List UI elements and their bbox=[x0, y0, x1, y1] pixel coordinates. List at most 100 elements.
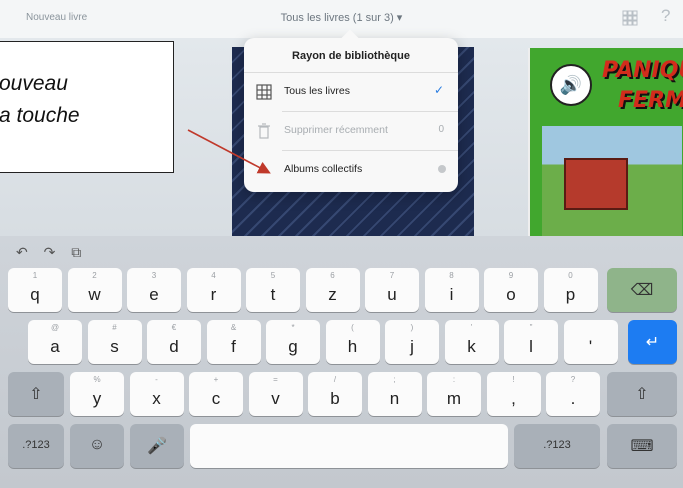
key-p[interactable]: 0p bbox=[543, 268, 598, 312]
key-row3-2[interactable]: + c bbox=[189, 372, 243, 416]
emoji-key-symbol: ☺ bbox=[88, 436, 106, 453]
key-w[interactable]: 2w bbox=[67, 268, 122, 312]
emoji-key[interactable]: ☺ bbox=[70, 424, 124, 468]
popover-title: Rayon de bibliothèque bbox=[292, 50, 410, 62]
key-char: ' bbox=[588, 337, 593, 356]
numbers-key-right[interactable]: .?123 bbox=[514, 424, 600, 468]
dictation-key[interactable]: 🎤 bbox=[130, 424, 184, 468]
top-bar: Nouveau livre Tous les livres (1 sur 3) … bbox=[0, 0, 683, 39]
key-d[interactable]: € d bbox=[147, 320, 201, 364]
key-char: y bbox=[92, 389, 102, 408]
numbers-key[interactable]: .?123 bbox=[8, 424, 64, 468]
key-apostrophe[interactable]: ' bbox=[563, 320, 618, 364]
shift-key-right[interactable]: ⇧ bbox=[607, 372, 677, 416]
key-char: d bbox=[169, 337, 179, 356]
shelf-row-recently-deleted[interactable]: Supprimer récemment 0 bbox=[244, 112, 458, 150]
key-hint: # bbox=[112, 323, 117, 332]
key-hint: @ bbox=[50, 323, 60, 332]
help-button[interactable]: ? bbox=[661, 6, 670, 26]
space-key[interactable] bbox=[190, 424, 508, 468]
key-hint: 2 bbox=[92, 271, 97, 280]
hide-keyboard-key[interactable]: ⌨ bbox=[607, 424, 677, 468]
key-row3-4[interactable]: / b bbox=[308, 372, 362, 416]
shelf-count: 0 bbox=[438, 124, 444, 135]
key-char: c bbox=[211, 389, 221, 408]
grid-view-icon[interactable] bbox=[622, 10, 638, 26]
key-row3-0[interactable]: % y bbox=[70, 372, 124, 416]
key-i[interactable]: 8i bbox=[424, 268, 479, 312]
barn-illustration bbox=[564, 158, 628, 210]
key-hint: 9 bbox=[508, 271, 514, 280]
key-char: p bbox=[565, 285, 576, 304]
redo-icon[interactable]: ↷ bbox=[44, 244, 56, 260]
key-char: j bbox=[410, 337, 414, 356]
onscreen-keyboard: ↶ ↷ ⧉ 1 q 2 w 3 e 4 r 5 t 6 z 7 u 8 i 9 o 0 p ⌫ @ a # s € d & f * g(h)… bbox=[0, 236, 683, 488]
key-hint: & bbox=[230, 323, 237, 332]
book-cover-right[interactable]: 🔊 PANIQUE FERME bbox=[528, 48, 683, 238]
key-hint: 8 bbox=[449, 271, 454, 280]
undo-icon[interactable]: ↶ bbox=[16, 244, 28, 260]
key-row3-7[interactable]: !, bbox=[486, 372, 541, 416]
key-h[interactable]: (h bbox=[325, 320, 380, 364]
key-hint: * bbox=[291, 323, 295, 332]
key-u[interactable]: 7u bbox=[365, 268, 419, 312]
key-hint: € bbox=[171, 323, 177, 332]
key-s[interactable]: # s bbox=[87, 320, 142, 364]
key-hint: 1 bbox=[32, 271, 38, 280]
key-z[interactable]: 6z bbox=[305, 268, 360, 312]
key-row3-8[interactable]: ?. bbox=[546, 372, 600, 416]
dictation-key-symbol: 🎤 bbox=[147, 438, 167, 455]
key-r[interactable]: 4r bbox=[186, 268, 241, 312]
key-hint: 6 bbox=[330, 271, 335, 280]
shift-key-right-symbol: ⇧ bbox=[635, 386, 649, 403]
key-l[interactable]: " l bbox=[504, 320, 558, 364]
annotation-callout: ouveau a touche bbox=[0, 41, 174, 173]
new-shelf-name-input[interactable] bbox=[282, 157, 436, 181]
return-key[interactable]: ↵ bbox=[628, 320, 677, 364]
key-row3-1[interactable]: -x bbox=[129, 372, 184, 416]
library-shelf-popover: Rayon de bibliothèque Tous les livres ✓ … bbox=[244, 29, 458, 192]
key-o[interactable]: 9o bbox=[484, 268, 538, 312]
shelf-row-all-books[interactable]: Tous les livres ✓ bbox=[244, 73, 458, 111]
key-char: n bbox=[389, 389, 400, 408]
key-k[interactable]: ' k bbox=[444, 320, 499, 364]
key-char: l bbox=[529, 337, 533, 356]
key-t[interactable]: 5t bbox=[246, 268, 300, 312]
key-hint: ) bbox=[410, 323, 414, 332]
key-e[interactable]: 3e bbox=[127, 268, 181, 312]
key-char: r bbox=[210, 285, 217, 304]
key-hint: 7 bbox=[389, 271, 395, 280]
key-hint: : bbox=[452, 375, 456, 384]
key-char: t bbox=[270, 285, 276, 304]
shelf-row-new[interactable] bbox=[244, 151, 458, 189]
clear-text-icon[interactable] bbox=[438, 165, 446, 173]
key-hint: ; bbox=[393, 375, 396, 384]
key-f[interactable]: & f bbox=[206, 320, 261, 364]
key-g[interactable]: * g bbox=[266, 320, 320, 364]
key-hint: 4 bbox=[211, 271, 216, 280]
library-title-menu[interactable]: Tous les livres (1 sur 3) ▾ bbox=[0, 11, 683, 24]
key-char: e bbox=[149, 285, 159, 304]
key-char: b bbox=[330, 389, 340, 408]
key-q[interactable]: 1q bbox=[8, 268, 62, 312]
key-row3-3[interactable]: = v bbox=[248, 372, 303, 416]
key-hint: / bbox=[333, 375, 337, 384]
key-row3-5[interactable]: ; n bbox=[367, 372, 422, 416]
key-hint: 3 bbox=[151, 271, 157, 280]
key-char: h bbox=[347, 337, 358, 356]
key-j[interactable]: ) j bbox=[385, 320, 439, 364]
key-hint: ! bbox=[512, 375, 515, 384]
key-char: g bbox=[288, 337, 298, 356]
key-a[interactable]: @ a bbox=[28, 320, 82, 364]
key-char: k bbox=[467, 337, 476, 356]
paste-icon[interactable]: ⧉ bbox=[71, 244, 81, 260]
books-grid-icon bbox=[256, 84, 272, 100]
book-title-line2: FERME bbox=[618, 88, 683, 113]
key-char: m bbox=[446, 389, 462, 408]
delete-key[interactable]: ⌫ bbox=[607, 268, 677, 312]
return-key-symbol: ↵ bbox=[645, 334, 660, 351]
key-row3-6[interactable]: :m bbox=[427, 372, 481, 416]
shift-key-left-symbol: ⇧ bbox=[29, 386, 43, 403]
shift-key-left[interactable]: ⇧ bbox=[8, 372, 64, 416]
numbers-key-label: .?123 bbox=[22, 439, 50, 451]
